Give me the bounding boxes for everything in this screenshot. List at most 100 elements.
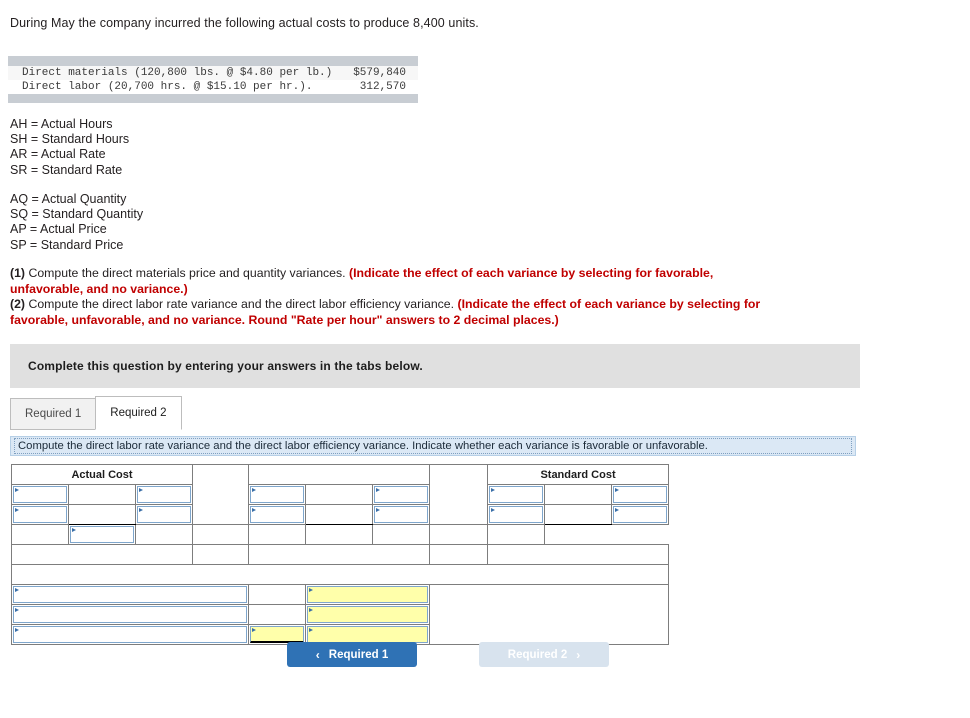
prev-required-1-button[interactable]: ‹ Required 1 (287, 642, 417, 667)
input-mid-sr-2[interactable] (374, 506, 429, 523)
legend-line: SQ = Standard Quantity (10, 207, 144, 222)
next-required-2-button[interactable]: Required 2 › (479, 642, 609, 667)
cell-ar-2 (134, 504, 194, 525)
cell-var-actual (10, 544, 194, 565)
tab-navigation: ‹ Required 1 Required 2 › (287, 642, 609, 667)
table-row: Direct materials (120,800 lbs. @ $4.80 p… (8, 66, 418, 80)
cell-summary-label-1 (10, 584, 250, 605)
select-efficiency-variance-effect[interactable] (429, 544, 489, 565)
input-sr-1[interactable] (613, 486, 668, 503)
input-mid-sr-1[interactable] (374, 486, 429, 503)
dropdown-caret-icon (491, 508, 496, 512)
grid-header-row: Actual Cost Standard Cost (10, 464, 670, 525)
select-summary-effect-2[interactable] (307, 606, 429, 623)
cell-var-standard (487, 544, 670, 565)
dropdown-caret-icon (376, 508, 381, 512)
next-button-label: Required 2 (507, 648, 568, 661)
input-summary-label-2[interactable] (13, 606, 248, 623)
input-mid-2[interactable] (250, 506, 305, 523)
cell-summary-amount-1[interactable] (248, 584, 307, 605)
legend-line: AR = Actual Rate (10, 147, 106, 162)
select-rate-variance-effect[interactable] (192, 544, 250, 565)
tab-required-2-label: Required 2 (110, 407, 167, 419)
cost-amount: $579,840 (353, 67, 406, 79)
cost-label: Direct labor (20,700 hrs. @ $15.10 per h… (22, 81, 313, 93)
legend-line: SH = Standard Hours (10, 132, 130, 147)
dropdown-caret-icon (139, 508, 143, 512)
legend-line: SP = Standard Price (10, 237, 124, 252)
cell-sr-1 (611, 484, 670, 505)
table-top-bar (8, 56, 418, 66)
instructions-banner-text: Complete this question by entering your … (28, 359, 423, 373)
dropdown-caret-icon (376, 488, 381, 492)
legend-line: AP = Actual Price (10, 222, 107, 237)
cell-sh-2 (487, 504, 546, 525)
header-standard-cost: Standard Cost (487, 464, 670, 485)
select-summary-effect-3[interactable] (307, 626, 429, 643)
dropdown-caret-icon (309, 628, 314, 632)
cell-sub-mid-right (305, 524, 374, 545)
dropdown-caret-icon (252, 508, 257, 512)
input-ah-1[interactable] (13, 486, 67, 503)
dropdown-caret-icon (491, 488, 496, 492)
legend-hours-rates: AH = Actual Hours SH = Standard Hours AR… (10, 117, 129, 178)
cell-mid-sr-1 (372, 484, 431, 505)
variance-answer-grid: Actual Cost Standard Cost (10, 464, 670, 645)
input-summary-label-1[interactable] (13, 586, 248, 603)
cell-sub-std-left (372, 524, 431, 545)
input-ar-1[interactable] (137, 486, 192, 503)
instructions-banner: Complete this question by entering your … (10, 344, 860, 388)
input-sh-1[interactable] (489, 486, 544, 503)
cell-mid-blank-1 (305, 484, 374, 505)
tab-required-1-label: Required 1 (25, 408, 82, 420)
dropdown-caret-icon (252, 628, 257, 632)
cell-var-mid (248, 544, 431, 565)
table-bottom-bar (8, 94, 418, 103)
cell-mid-ah-2 (248, 504, 307, 525)
input-actual-total[interactable] (70, 526, 134, 543)
cell-sh-1 (487, 484, 546, 505)
grid-subtotal-row (11, 524, 669, 545)
cell-summary-label-2 (10, 604, 250, 625)
cell-sub-mid-left (192, 524, 250, 545)
tab-bar: Required 1 Required 2 (10, 396, 182, 430)
cell-ah-1 (11, 484, 69, 505)
dropdown-caret-icon (252, 488, 257, 492)
cell-mid-ah-1 (248, 484, 307, 505)
cell-sr-2 (611, 504, 670, 525)
table-row: Direct labor (20,700 hrs. @ $15.10 per h… (8, 80, 418, 94)
cell-mid-sr-2 (372, 504, 431, 525)
input-sh-2[interactable] (489, 506, 544, 523)
tab-instruction-text: Compute the direct labor rate variance a… (14, 438, 852, 454)
select-summary-effect-1[interactable] (307, 586, 429, 603)
prev-button-label: Required 1 (328, 648, 389, 661)
cell-sub-mid-total (248, 524, 307, 545)
input-ah-2[interactable] (13, 506, 67, 523)
cell-sub-total-actual (68, 524, 136, 545)
cell-blank-2 (68, 504, 136, 525)
select-summary-amount-3[interactable] (250, 626, 305, 643)
cell-std-blank-1 (544, 484, 613, 505)
input-sr-2[interactable] (613, 506, 668, 523)
legend-line: SR = Standard Rate (10, 162, 123, 177)
cost-label: Direct materials (120,800 lbs. @ $4.80 p… (22, 67, 333, 79)
requirement-2-plain: Compute the direct labor rate variance a… (25, 297, 458, 311)
gap-column-left (192, 464, 250, 525)
input-ar-2[interactable] (137, 506, 192, 523)
input-mid-1[interactable] (250, 486, 305, 503)
requirement-1-plain: Compute the direct materials price and q… (25, 266, 350, 280)
tab-required-1[interactable]: Required 1 (10, 398, 97, 430)
grid-input-row-1 (11, 484, 670, 505)
chevron-right-icon: › (576, 647, 581, 662)
cell-std-blank-2 (544, 504, 613, 525)
intro-text: During May the company incurred the foll… (10, 16, 479, 30)
legend-line: AQ = Actual Quantity (10, 192, 127, 206)
header-middle (248, 464, 431, 485)
dropdown-caret-icon (15, 628, 19, 632)
input-summary-label-3[interactable] (13, 626, 248, 643)
tab-required-2[interactable]: Required 2 (95, 396, 182, 430)
dropdown-caret-icon (615, 488, 620, 492)
dropdown-caret-icon (15, 508, 19, 512)
cell-summary-amount-2[interactable] (248, 604, 307, 625)
cell-summary-label-3 (10, 624, 250, 645)
